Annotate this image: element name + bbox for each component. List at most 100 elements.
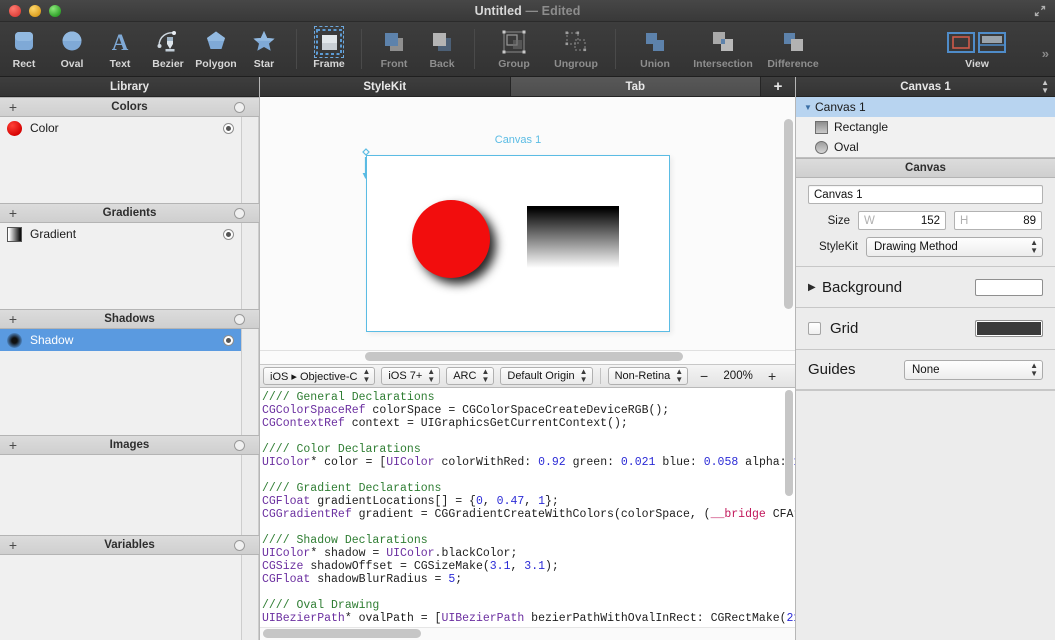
background-disclosure-icon[interactable]: ▶ xyxy=(808,282,822,293)
color-item-radio[interactable] xyxy=(223,122,234,134)
tool-back[interactable]: Back xyxy=(418,25,466,70)
gradients-section-radio[interactable] xyxy=(234,207,245,219)
tool-bezier-label: Bezier xyxy=(152,58,184,70)
zoom-in-button[interactable]: + xyxy=(761,368,783,384)
disclosure-triangle-icon[interactable]: ▼ xyxy=(804,103,815,112)
toolbar-separator-3 xyxy=(474,29,475,69)
code-line: CGFloat gradientLocations[] = {0, 0.47, … xyxy=(262,495,783,508)
tree-row-canvas1[interactable]: ▼ Canvas 1 xyxy=(796,97,1055,117)
library-item-color[interactable]: Color xyxy=(0,117,258,139)
images-section-radio[interactable] xyxy=(234,439,245,451)
tool-difference[interactable]: Difference xyxy=(760,25,826,70)
code-line: CGColorSpaceRef colorSpace = CGColorSpac… xyxy=(262,404,783,417)
fullscreen-icon[interactable] xyxy=(1033,4,1047,18)
code-horizontal-scrollbar[interactable] xyxy=(263,629,421,638)
canvas-vertical-scrollbar[interactable] xyxy=(784,119,793,309)
zoom-out-button[interactable]: − xyxy=(693,368,715,384)
canvas-horizontal-scrollbar[interactable] xyxy=(365,352,683,361)
code-token: green: xyxy=(565,456,621,469)
red-circle-swatch-icon xyxy=(7,120,22,136)
grid-color-well[interactable] xyxy=(975,320,1043,337)
tool-oval[interactable]: Oval xyxy=(48,25,96,70)
tool-frame[interactable]: Frame xyxy=(305,25,353,70)
tool-intersection-label: Intersection xyxy=(693,58,753,70)
add-color-button[interactable]: + xyxy=(6,100,20,114)
tool-rect[interactable]: Rect xyxy=(0,25,48,70)
shadows-section-radio[interactable] xyxy=(234,313,245,325)
app-window: Untitled — Edited Rect Oval A Text Bezie… xyxy=(0,0,1055,640)
library-item-color-label: Color xyxy=(30,121,59,135)
tool-text[interactable]: A Text xyxy=(96,25,144,70)
library-item-shadow[interactable]: Shadow xyxy=(0,329,258,351)
gradient-item-radio[interactable] xyxy=(223,228,234,240)
tool-rect-label: Rect xyxy=(12,58,36,70)
code-token: CFAr xyxy=(772,508,795,521)
tool-front[interactable]: Front xyxy=(370,25,418,70)
tree-row-oval[interactable]: Oval xyxy=(796,137,1055,157)
maximize-button[interactable] xyxy=(49,4,61,17)
canvas-height-input[interactable]: H 89 xyxy=(954,211,1042,230)
canvas-width-input[interactable]: W 152 xyxy=(858,211,946,230)
add-variable-button[interactable]: + xyxy=(6,538,20,552)
stylekit-method-select[interactable]: Drawing Method ▲ ▼ xyxy=(866,237,1043,257)
canvas-name-input[interactable]: Canvas 1 xyxy=(808,185,1043,204)
shadow-item-radio[interactable] xyxy=(223,334,234,346)
toolbar-separator-1 xyxy=(296,29,297,69)
tab-stylekit[interactable]: StyleKit xyxy=(260,77,511,96)
guides-select[interactable]: None ▲ ▼ xyxy=(904,359,1043,380)
code-token: //// Oval Drawing xyxy=(262,599,380,612)
chevron-double-right-icon[interactable]: » xyxy=(1042,46,1049,61)
tool-group[interactable]: Group xyxy=(483,25,545,70)
tab-tab[interactable]: Tab xyxy=(510,77,761,96)
canvas-horizontal-scroll-track[interactable] xyxy=(260,350,795,364)
gradients-gutter xyxy=(241,223,258,309)
oval-shape[interactable] xyxy=(412,200,490,278)
code-vertical-scrollbar[interactable] xyxy=(785,390,793,496)
tool-polygon-label: Polygon xyxy=(195,58,237,70)
order-tools-group: Front Back xyxy=(370,25,466,77)
inspector-section-header-canvas: Canvas xyxy=(796,158,1055,178)
background-row[interactable]: ▶ Background xyxy=(796,266,1055,308)
code-token: __bridge xyxy=(710,508,766,521)
background-color-well[interactable] xyxy=(975,278,1043,296)
tool-polygon[interactable]: Polygon xyxy=(192,25,240,70)
library-body: + Colors Color + Gradients Gradient + Sh… xyxy=(0,97,259,640)
title-bar: Untitled — Edited xyxy=(0,0,1055,22)
add-tab-button[interactable]: + xyxy=(761,77,795,96)
colors-section-radio[interactable] xyxy=(234,101,245,113)
variables-section-radio[interactable] xyxy=(234,539,245,551)
sdk-version-select[interactable]: iOS 7+ ▲ ▼ xyxy=(381,367,441,385)
close-button[interactable] xyxy=(9,4,21,17)
send-back-icon xyxy=(428,27,456,57)
union-icon xyxy=(641,27,669,57)
code-editor[interactable]: //// General Declarations CGColorSpaceRef… xyxy=(260,388,795,640)
stylekit-stepper-icon: ▲ ▼ xyxy=(1030,238,1038,255)
code-horizontal-scroll-track[interactable] xyxy=(260,627,795,640)
origin-select[interactable]: Default Origin ▲ ▼ xyxy=(500,367,593,385)
add-shadow-button[interactable]: + xyxy=(6,312,20,326)
tool-view[interactable]: View xyxy=(941,25,1013,70)
tool-ungroup-label: Ungroup xyxy=(554,58,598,70)
platform-language-select[interactable]: iOS ▸ Objective-C ▲ ▼ xyxy=(263,367,376,385)
inspector-stepper-icon[interactable]: ▲ ▼ xyxy=(1041,78,1049,95)
tree-row-rectangle[interactable]: Rectangle xyxy=(796,117,1055,137)
tool-bezier[interactable]: Bezier xyxy=(144,25,192,70)
grid-checkbox[interactable] xyxy=(808,322,821,335)
tool-ungroup[interactable]: Ungroup xyxy=(545,25,607,70)
tool-star[interactable]: Star xyxy=(240,25,288,70)
rectangle-shape[interactable] xyxy=(527,206,619,268)
tool-difference-label: Difference xyxy=(767,58,819,70)
resolution-select[interactable]: Non-Retina ▲ ▼ xyxy=(607,367,689,385)
canvas-frame[interactable] xyxy=(366,155,670,332)
memory-management-select[interactable]: ARC ▲ ▼ xyxy=(446,367,495,385)
library-section-header-variables: + Variables xyxy=(0,535,259,555)
add-gradient-button[interactable]: + xyxy=(6,206,20,220)
grid-row[interactable]: Grid xyxy=(796,308,1055,350)
code-token: 1 xyxy=(538,495,545,508)
canvas-area[interactable]: Canvas 1 xyxy=(260,97,795,365)
minimize-button[interactable] xyxy=(29,4,41,17)
tool-intersection[interactable]: Intersection xyxy=(686,25,760,70)
add-image-button[interactable]: + xyxy=(6,438,20,452)
tool-union[interactable]: Union xyxy=(624,25,686,70)
library-item-gradient[interactable]: Gradient xyxy=(0,223,258,245)
